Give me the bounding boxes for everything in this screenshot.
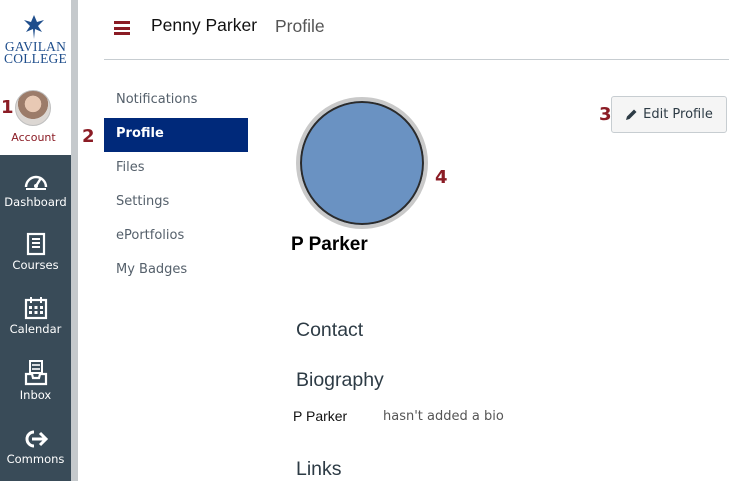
commons-icon [25, 430, 48, 448]
nav-inbox-label: Inbox [19, 388, 52, 402]
annotation-4: 4 [435, 167, 448, 188]
profile-display-name: P Parker [291, 234, 368, 255]
hamburger-icon[interactable] [114, 21, 130, 35]
biography-heading: Biography [296, 369, 384, 391]
account-avatar[interactable] [15, 90, 51, 126]
links-heading: Links [296, 458, 342, 480]
inbox-icon [24, 360, 47, 386]
menu-files[interactable]: Files [116, 160, 145, 175]
edit-profile-label: Edit Profile [643, 107, 713, 122]
nav-commons[interactable]: Commons [0, 428, 71, 466]
bird-logo-icon [24, 15, 44, 39]
dashboard-icon [24, 175, 47, 190]
nav-courses-label: Courses [12, 258, 59, 272]
menu-notifications[interactable]: Notifications [116, 92, 197, 107]
calendar-icon [24, 297, 47, 320]
annotation-3: 3 [599, 104, 612, 125]
nav-dashboard-label: Dashboard [4, 195, 67, 209]
nav-scrollbar[interactable] [71, 0, 78, 481]
nav-calendar[interactable]: Calendar [0, 296, 71, 336]
bio-name: P Parker [293, 408, 348, 424]
menu-eportfolios[interactable]: ePortfolios [116, 228, 184, 243]
annotation-1: 1 [1, 97, 14, 118]
nav-dashboard[interactable]: Dashboard [0, 169, 71, 209]
logo-line-2: COLLEGE [4, 51, 67, 66]
profile-picture[interactable] [296, 97, 428, 229]
menu-my-badges[interactable]: My Badges [116, 262, 187, 277]
pencil-icon [626, 109, 637, 120]
menu-settings[interactable]: Settings [116, 194, 169, 209]
account-label[interactable]: Account [0, 131, 67, 144]
breadcrumb-user[interactable]: Penny Parker [151, 15, 257, 36]
nav-commons-label: Commons [6, 452, 65, 466]
bio-text: hasn't added a bio [383, 409, 504, 424]
breadcrumb-page: Profile [275, 16, 325, 36]
contact-heading: Contact [296, 319, 364, 341]
annotation-2: 2 [82, 126, 95, 147]
nav-calendar-label: Calendar [9, 322, 62, 336]
header-divider [104, 59, 729, 60]
edit-profile-button[interactable]: Edit Profile [611, 96, 727, 133]
courses-icon [26, 232, 45, 256]
nav-inbox[interactable]: Inbox [0, 360, 71, 402]
nav-courses[interactable]: Courses [0, 232, 71, 272]
menu-profile[interactable]: Profile [116, 126, 164, 141]
